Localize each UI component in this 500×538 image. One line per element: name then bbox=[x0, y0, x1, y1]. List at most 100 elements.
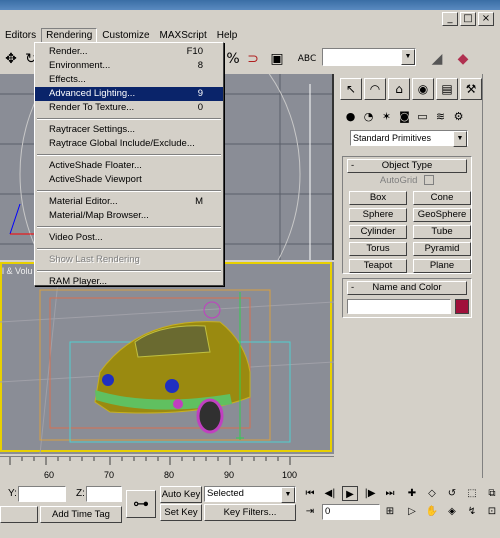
zoom-extents-icon[interactable]: ⬚ bbox=[464, 486, 480, 501]
display-tab-icon[interactable]: ▤ bbox=[436, 78, 458, 100]
pan-hand-icon[interactable]: ✋ bbox=[424, 504, 440, 519]
orbit-icon[interactable]: ◇ bbox=[424, 486, 440, 501]
object-name-field[interactable] bbox=[347, 299, 451, 314]
primitive-buttons: Box Cone Sphere GeoSphere Cylinder Tube … bbox=[343, 187, 471, 277]
menu-item-render[interactable]: Render... F10 bbox=[35, 45, 223, 59]
menu-item-activeshade-floater[interactable]: ActiveShade Floater... bbox=[35, 159, 223, 173]
command-panel-scrollbar[interactable] bbox=[482, 74, 498, 478]
create-tab-icon[interactable]: ↖ bbox=[340, 78, 362, 100]
modify-tab-icon[interactable]: ◠ bbox=[364, 78, 386, 100]
eraser-icon[interactable]: ◆ bbox=[452, 48, 474, 70]
zoom-icon[interactable]: ✚ bbox=[404, 486, 420, 501]
menu-item-environment[interactable]: Environment... 8 bbox=[35, 59, 223, 73]
plane-button[interactable]: Plane bbox=[413, 259, 471, 273]
menu-item-activeshade-viewport[interactable]: ActiveShade Viewport bbox=[35, 173, 223, 187]
object-type-header[interactable]: - Object Type bbox=[347, 159, 467, 173]
menu-item-effects[interactable]: Effects... bbox=[35, 73, 223, 87]
add-time-tag-button[interactable]: Add Time Tag bbox=[40, 506, 122, 523]
named-selection-combo[interactable]: ▼ bbox=[322, 48, 416, 66]
box-button[interactable]: Box bbox=[349, 191, 407, 205]
menu-item-render-to-texture[interactable]: Render To Texture... 0 bbox=[35, 101, 223, 115]
field-of-view-icon[interactable]: ▷ bbox=[404, 504, 420, 519]
pyramid-button[interactable]: Pyramid bbox=[413, 242, 471, 256]
current-frame-field[interactable]: 0 bbox=[322, 504, 380, 520]
torus-button[interactable]: Torus bbox=[349, 242, 407, 256]
time-configuration-icon[interactable]: ⊞ bbox=[382, 504, 398, 519]
chevron-down-icon[interactable]: ▼ bbox=[453, 131, 467, 147]
menu-separator bbox=[37, 270, 221, 272]
previous-frame-icon[interactable]: ◀| bbox=[322, 486, 338, 501]
cylinder-button[interactable]: Cylinder bbox=[349, 225, 407, 239]
play-icon[interactable]: ▶ bbox=[342, 486, 358, 501]
auto-key-button[interactable]: Auto Key bbox=[160, 486, 202, 503]
status-bar: Y: Z: ⊶ Auto Key Selected ▼ Add Time Tag… bbox=[0, 482, 500, 538]
maximize-button[interactable]: □ bbox=[460, 12, 476, 26]
menu-item-advanced-lighting[interactable]: Advanced Lighting... 9 bbox=[35, 87, 223, 101]
tube-button[interactable]: Tube bbox=[413, 225, 471, 239]
move-icon[interactable]: ✥ bbox=[0, 48, 22, 70]
time-slider[interactable]: 60 70 80 90 100 bbox=[0, 456, 334, 482]
menu-item-raytracer-settings[interactable]: Raytracer Settings... bbox=[35, 123, 223, 137]
menu-separator bbox=[37, 118, 221, 120]
motion-tab-icon[interactable]: ◉ bbox=[412, 78, 434, 100]
geometry-icon[interactable]: ● bbox=[342, 108, 359, 124]
key-mode-select[interactable]: Selected ▼ bbox=[204, 486, 296, 503]
perspective-viewport[interactable]: l & Volu bbox=[0, 262, 334, 454]
menu-item-material-map-browser[interactable]: Material/Map Browser... bbox=[35, 209, 223, 223]
name-and-color-header[interactable]: - Name and Color bbox=[347, 281, 467, 295]
z-coordinate-field[interactable] bbox=[86, 486, 122, 502]
key-mode-toggle-icon[interactable]: ⇥ bbox=[302, 504, 318, 519]
key-filters-button[interactable]: Key Filters... bbox=[204, 504, 296, 521]
sphere-button[interactable]: Sphere bbox=[349, 208, 407, 222]
walkthrough-icon[interactable]: ◈ bbox=[444, 504, 460, 519]
mirror-icon[interactable]: ◢ bbox=[426, 48, 448, 70]
cameras-icon[interactable]: ◙ bbox=[396, 108, 413, 124]
chevron-down-icon[interactable]: ▼ bbox=[401, 49, 415, 65]
next-frame-icon[interactable]: |▶ bbox=[362, 486, 378, 501]
utilities-tab-icon[interactable]: ⚒ bbox=[460, 78, 482, 100]
minimize-button[interactable]: _ bbox=[442, 12, 458, 26]
menu-item-video-post[interactable]: Video Post... bbox=[35, 231, 223, 245]
primitive-category-select[interactable]: Standard Primitives ▼ bbox=[350, 130, 468, 147]
percent-snap-icon[interactable]: % bbox=[222, 48, 244, 70]
timeline-tick: 90 bbox=[224, 470, 235, 480]
object-color-swatch[interactable] bbox=[455, 299, 469, 314]
magnet-icon[interactable]: ⊃ bbox=[242, 48, 264, 70]
shapes-icon[interactable]: ◔ bbox=[360, 108, 377, 124]
helpers-icon[interactable]: ▭ bbox=[414, 108, 431, 124]
autogrid-option[interactable]: AutoGrid bbox=[343, 175, 471, 187]
chevron-down-icon[interactable]: ▼ bbox=[281, 487, 295, 503]
arc-rotate-icon[interactable]: ↺ bbox=[444, 486, 460, 501]
min-max-toggle-icon[interactable]: ⊡ bbox=[484, 504, 500, 519]
rendering-menu-dropdown: Render... F10 Environment... 8 Effects... … bbox=[34, 42, 224, 289]
go-to-start-icon[interactable]: ⏮ bbox=[302, 486, 318, 501]
teapot-button[interactable]: Teapot bbox=[349, 259, 407, 273]
timeline-tick: 80 bbox=[164, 470, 175, 480]
box-icon[interactable]: ▣ bbox=[266, 48, 288, 70]
command-panel-tabs: ↖ ◠ ⌂ ◉ ▤ ⚒ bbox=[340, 78, 482, 100]
create-category-icons: ● ◔ ✶ ◙ ▭ ≋ ⚙ bbox=[342, 108, 467, 124]
named-selection-icon[interactable]: ABC bbox=[296, 48, 318, 70]
menu-item-raytrace-include-exclude[interactable]: Raytrace Global Include/Exclude... bbox=[35, 137, 223, 151]
object-type-rollout: - Object Type AutoGrid Box Cone Sphere Ge… bbox=[342, 156, 472, 274]
lights-icon[interactable]: ✶ bbox=[378, 108, 395, 124]
z-label: Z: bbox=[76, 488, 85, 499]
geosphere-button[interactable]: GeoSphere bbox=[413, 208, 471, 222]
cone-button[interactable]: Cone bbox=[413, 191, 471, 205]
key-icon[interactable]: ⊶ bbox=[126, 490, 156, 518]
spacewarps-icon[interactable]: ≋ bbox=[432, 108, 449, 124]
menu-item-ram-player[interactable]: RAM Player... bbox=[35, 275, 223, 289]
hierarchy-tab-icon[interactable]: ⌂ bbox=[388, 78, 410, 100]
close-button[interactable]: × bbox=[478, 12, 494, 26]
go-to-end-icon[interactable]: ⏭ bbox=[382, 486, 398, 501]
autogrid-checkbox[interactable] bbox=[424, 175, 435, 186]
set-key-button[interactable]: Set Key bbox=[160, 504, 202, 521]
menu-item-material-editor[interactable]: Material Editor... M bbox=[35, 195, 223, 209]
maximize-viewport-icon[interactable]: ⧉ bbox=[484, 486, 500, 501]
timeline-tick: 100 bbox=[282, 470, 298, 480]
y-coordinate-field[interactable] bbox=[18, 486, 66, 502]
command-panel: ↖ ◠ ⌂ ◉ ▤ ⚒ ● ◔ ✶ ◙ ▭ ≋ ⚙ Standard Primi… bbox=[338, 74, 482, 478]
roll-icon[interactable]: ↯ bbox=[464, 504, 480, 519]
systems-icon[interactable]: ⚙ bbox=[450, 108, 467, 124]
status-field-left[interactable] bbox=[0, 506, 38, 523]
